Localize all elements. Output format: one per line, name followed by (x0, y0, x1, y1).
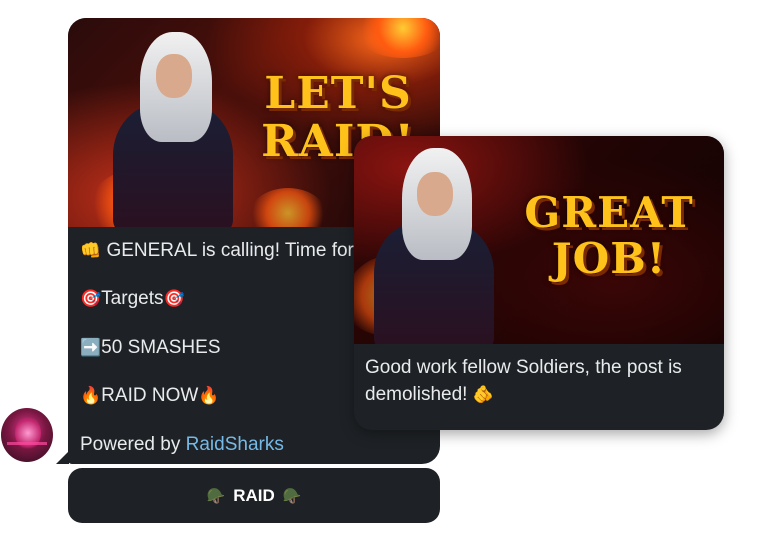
helmet-icon: 🪖 (282, 486, 302, 505)
flame-decoration (358, 18, 440, 58)
helmet-icon: 🪖 (206, 486, 226, 505)
call-line: 👊 GENERAL is calling! Time for (80, 240, 354, 261)
flame-decoration (248, 188, 328, 227)
raid-button[interactable]: 🪖 RAID 🪖 (68, 468, 440, 523)
raidsharks-link[interactable]: RaidSharks (186, 434, 284, 455)
character-face (156, 54, 192, 98)
pointing-hand-icon: 🫵 (472, 385, 494, 405)
powered-by-line: Powered by RaidSharks (80, 434, 284, 455)
character-face (417, 172, 453, 216)
success-banner-image: GREAT JOB! (354, 136, 724, 344)
success-text: Good work fellow Soldiers, the post is d… (365, 357, 682, 405)
raid-button-label: RAID (233, 485, 275, 505)
raid-now-line: 🔥RAID NOW🔥 (80, 385, 220, 406)
avatar[interactable] (1, 408, 53, 462)
targets-line: 🎯Targets🎯 (80, 288, 185, 309)
success-message: GREAT JOB! Good work fellow Soldiers, th… (354, 136, 724, 430)
banner-title: GREAT JOB! (524, 188, 694, 283)
avatar-accent (7, 442, 47, 445)
smashes-line: ➡️50 SMASHES (80, 337, 221, 358)
